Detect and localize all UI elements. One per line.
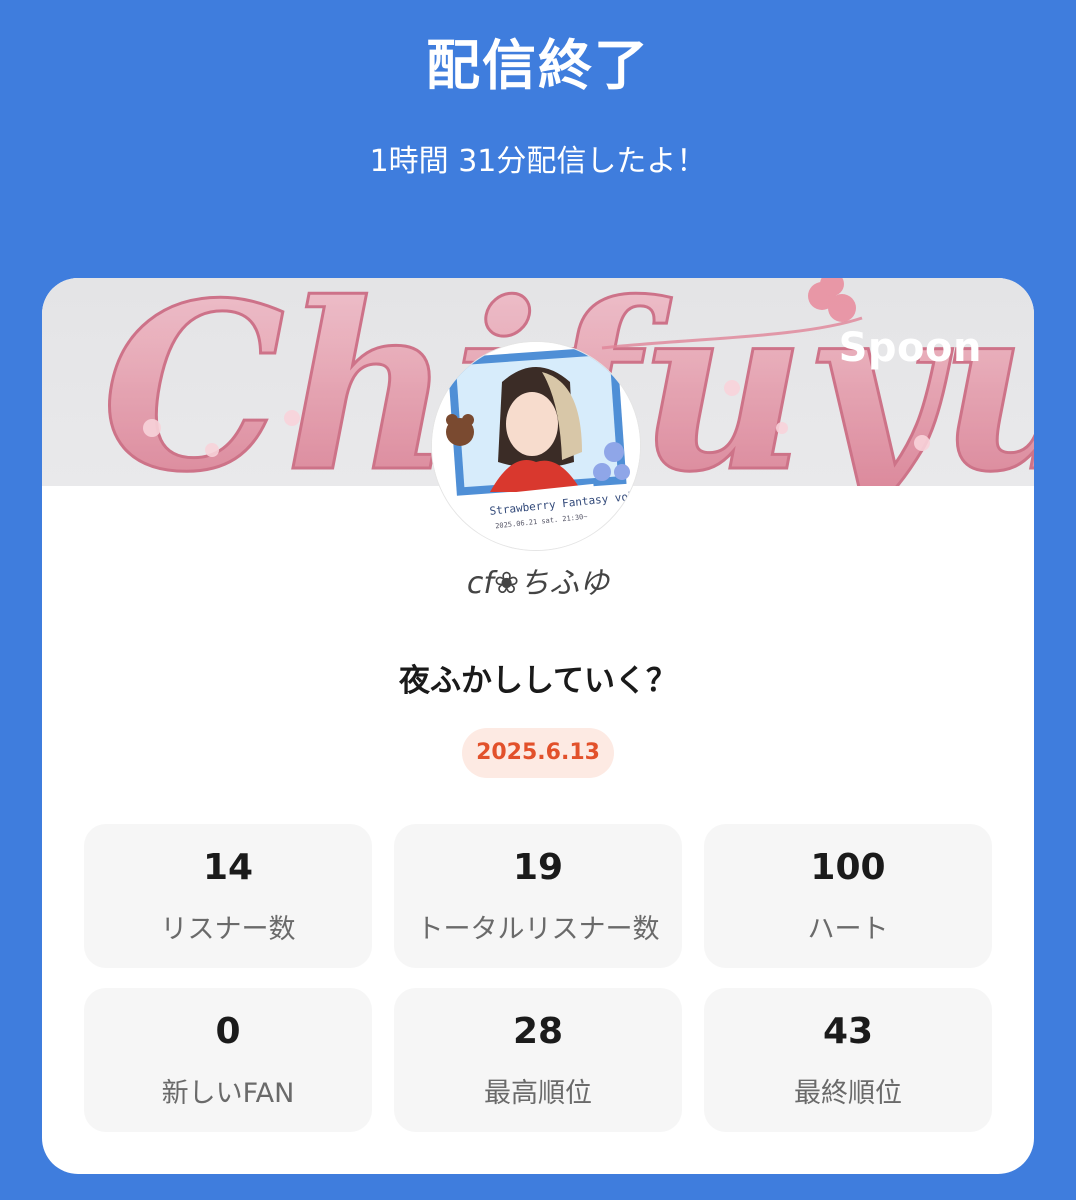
avatar-artwork: Strawberry Fantasy vol.4 2025.06.21 sat.… [432,342,640,550]
stat-value: 19 [512,847,564,888]
stat-tile-final-rank: 43 最終順位 [704,988,992,1132]
stat-label: リスナー数 [160,914,296,945]
stat-label: 最高順位 [484,1078,592,1109]
stat-label: トータルリスナー数 [416,914,660,945]
stat-label: ハート [807,914,889,945]
stat-value: 28 [512,1011,564,1052]
broadcast-duration: 1時間 31分配信したよ！ [369,144,707,179]
stat-tile-listeners: 14 リスナー数 [84,824,372,968]
stat-tile-hearts: 100 ハート [704,824,992,968]
stat-tile-highest-rank: 28 最高順位 [394,988,682,1132]
stat-tile-new-fans: 0 新しいFAN [84,988,372,1132]
stat-value: 0 [215,1011,241,1052]
avatar[interactable]: Strawberry Fantasy vol.4 2025.06.21 sat.… [432,342,640,550]
stat-value: 100 [810,847,886,888]
stat-label: 新しいFAN [161,1078,295,1109]
date-badge: 2025.6.13 [462,728,614,778]
stat-value: 43 [822,1011,874,1052]
stat-value: 14 [202,847,254,888]
stat-label: 最終順位 [794,1078,902,1109]
broadcast-summary-card: Chifuyu Spoon [42,278,1034,1174]
page-title: 配信終了 [426,34,650,97]
stream-title: 夜ふかししていく？ [398,663,678,699]
spoon-logo: Spoon [838,325,982,371]
stat-tile-total-listeners: 19 トータルリスナー数 [394,824,682,968]
username[interactable]: cf❀ちふゆ [42,562,1034,606]
